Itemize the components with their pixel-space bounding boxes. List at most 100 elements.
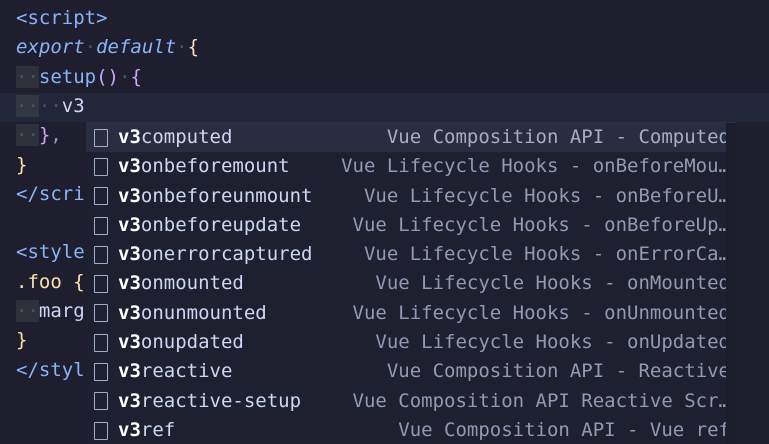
code-line[interactable]: </scri xyxy=(16,180,85,209)
suggestion-label: v3onbeforemount xyxy=(118,152,290,181)
snippet-icon xyxy=(94,363,108,382)
code-token: </styl xyxy=(16,358,85,381)
code-line[interactable]: <script> xyxy=(16,4,108,33)
suggestion-detail: Vue Composition API - Reactive xyxy=(386,360,730,383)
code-line[interactable]: ··}, xyxy=(16,121,62,150)
suggestion-rest: onmounted xyxy=(140,272,244,295)
code-token: export xyxy=(16,36,85,59)
suggestion-match: v3 xyxy=(118,126,141,148)
snippet-icon xyxy=(94,128,108,147)
suggestion-item[interactable]: v3onerrorcaptured Vue Lifecycle Hooks - o… xyxy=(86,240,736,269)
code-line[interactable]: </styl xyxy=(16,356,85,385)
code-token: { xyxy=(130,65,142,88)
suggestion-detail: Vue Lifecycle Hooks - onUpdated xyxy=(375,331,730,354)
suggestion-item[interactable]: v3reactive-setup Vue Composition API Reac… xyxy=(86,387,736,416)
suggestion-item[interactable]: v3ref Vue Composition API - Vue ref xyxy=(86,416,736,444)
suggestion-detail: Vue Lifecycle Hooks - onBeforeUp… xyxy=(352,213,731,236)
suggestion-rest: onerrorcaptured xyxy=(140,243,313,266)
suggestion-scrollbar[interactable] xyxy=(726,123,736,444)
suggestion-rest: reactive xyxy=(140,360,233,383)
suggestion-rest: computed xyxy=(140,126,233,148)
suggestion-item[interactable]: v3onunmounted Vue Lifecycle Hooks - onUnm… xyxy=(86,299,736,328)
code-token: · xyxy=(176,36,188,59)
code-token: , xyxy=(50,124,62,147)
suggestion-detail: Vue Lifecycle Hooks - onBeforeU… xyxy=(363,184,730,207)
snippet-icon xyxy=(94,421,108,440)
suggestion-match: v3 xyxy=(118,243,141,266)
snippet-icon xyxy=(94,216,108,235)
suggestion-item[interactable]: v3onupdated Vue Lifecycle Hooks - onUpdat… xyxy=(86,328,736,357)
suggestion-label: v3onmounted xyxy=(118,269,244,298)
suggestion-item[interactable]: v3onbeforeupdate Vue Lifecycle Hooks - on… xyxy=(86,211,736,240)
code-token: } xyxy=(16,153,28,176)
suggestion-match: v3 xyxy=(118,272,141,295)
suggestion-item[interactable]: v3computed Vue Composition API - Computed xyxy=(86,123,736,153)
snippet-icon xyxy=(94,157,108,176)
suggestion-rest: onupdated xyxy=(140,331,244,354)
code-token: ·· xyxy=(16,65,39,88)
code-token: } xyxy=(38,124,51,147)
code-token: · xyxy=(118,65,131,88)
suggestion-label: v3onbeforeunmount xyxy=(118,182,312,211)
code-token: ·· xyxy=(16,300,39,322)
snippet-icon xyxy=(94,392,108,411)
snippet-icon xyxy=(94,187,108,206)
suggestion-detail: Vue Composition API Reactive Scr… xyxy=(352,389,731,412)
suggestion-detail: Vue Composition API - Computed xyxy=(386,126,730,148)
code-line[interactable]: ····v3 xyxy=(16,92,85,121)
code-token: marg xyxy=(38,300,85,322)
snippet-icon xyxy=(94,333,108,352)
suggestion-item[interactable]: v3onmounted Vue Lifecycle Hooks - onMount… xyxy=(86,269,736,298)
suggestion-label: v3reactive xyxy=(118,357,232,386)
suggestion-rest: onunmounted xyxy=(140,301,267,324)
suggestion-item[interactable]: v3reactive Vue Composition API - Reactive xyxy=(86,357,736,386)
code-token: { xyxy=(187,36,200,59)
suggestion-item[interactable]: v3onbeforemount Vue Lifecycle Hooks - onB… xyxy=(86,152,736,181)
code-line[interactable]: export·default·{ xyxy=(16,33,199,62)
current-line-highlight xyxy=(0,93,769,122)
suggestion-label: v3computed xyxy=(118,123,232,152)
code-token: ·· xyxy=(16,124,39,147)
suggestion-match: v3 xyxy=(118,213,141,236)
suggestion-match: v3 xyxy=(118,418,141,441)
suggestion-item[interactable]: v3onbeforeunmount Vue Lifecycle Hooks - o… xyxy=(86,182,736,211)
code-token: } xyxy=(16,329,28,352)
code-token: ·· xyxy=(38,94,62,117)
suggestion-label: v3onunmounted xyxy=(118,299,267,328)
suggestion-match: v3 xyxy=(118,301,141,324)
suggestion-label: v3onupdated xyxy=(118,328,244,357)
code-line[interactable]: ··marg xyxy=(16,297,85,326)
code-token: <style xyxy=(16,241,85,264)
suggestion-match: v3 xyxy=(118,360,141,383)
code-line[interactable]: } xyxy=(16,326,27,355)
suggestion-label: v3ref xyxy=(118,416,175,444)
suggestion-label: v3reactive-setup xyxy=(118,387,301,416)
suggestion-label: v3onbeforeupdate xyxy=(118,211,301,240)
suggestion-label: v3onerrorcaptured xyxy=(118,240,312,269)
suggestion-match: v3 xyxy=(118,155,141,178)
suggestion-rest: ref xyxy=(140,418,176,441)
code-token: · xyxy=(84,36,97,59)
code-line[interactable]: ··setup()·{ xyxy=(16,63,142,92)
suggestion-match: v3 xyxy=(118,331,141,354)
suggestion-detail: Vue Lifecycle Hooks - onErrorCa… xyxy=(363,243,730,266)
suggestion-rest: reactive-setup xyxy=(140,389,302,412)
code-line[interactable]: } xyxy=(16,151,27,180)
suggestion-match: v3 xyxy=(118,184,141,207)
suggestion-detail: Vue Lifecycle Hooks - onUnmounted xyxy=(352,301,731,324)
suggestion-rest: onbeforemount xyxy=(140,155,290,178)
suggestion-detail: Vue Lifecycle Hooks - onBeforeMou… xyxy=(341,155,730,178)
code-token: .foo xyxy=(16,270,62,293)
code-line[interactable]: .foo { xyxy=(16,268,85,297)
autocomplete-widget[interactable]: v3computed Vue Composition API - Computed… xyxy=(86,122,736,444)
suggestion-detail: Vue Composition API - Vue ref xyxy=(398,418,730,441)
suggestion-detail: Vue Lifecycle Hooks - onMounted xyxy=(375,272,730,295)
suggestion-rest: onbeforeupdate xyxy=(140,213,302,236)
snippet-icon xyxy=(94,245,108,264)
suggestion-rest: onbeforeunmount xyxy=(140,184,313,207)
suggestion-match: v3 xyxy=(118,389,141,412)
code-line[interactable]: <style xyxy=(16,238,85,267)
code-token: { xyxy=(61,270,85,293)
code-token: () xyxy=(96,65,119,88)
suggestion-list: v3computed Vue Composition API - Computed… xyxy=(86,123,736,444)
